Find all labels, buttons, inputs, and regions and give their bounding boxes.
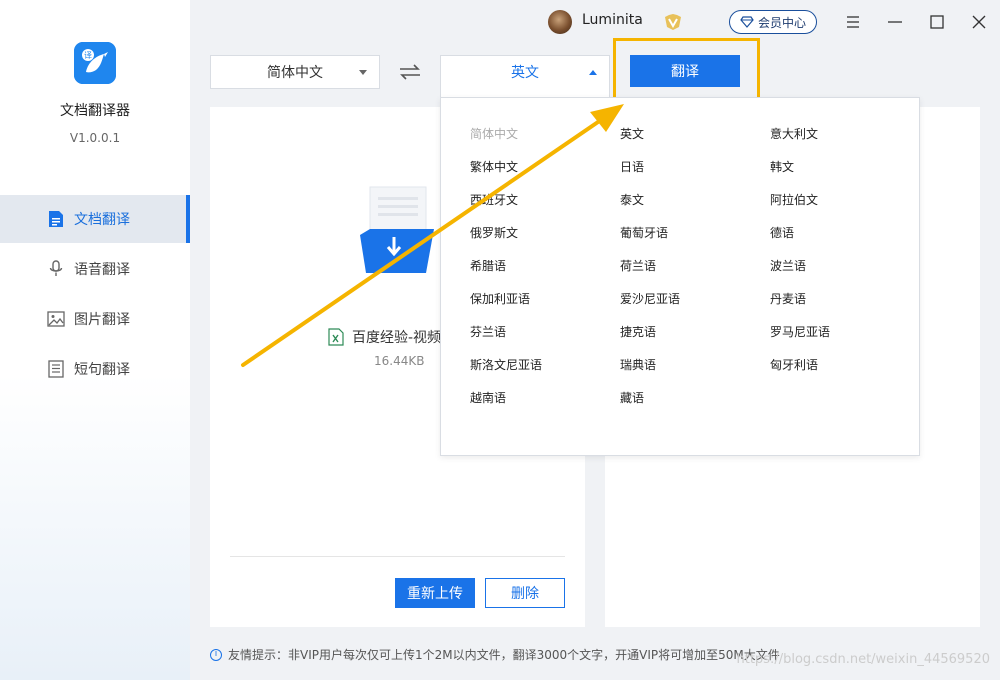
text-lines-icon	[46, 359, 66, 379]
delete-button[interactable]: 删除	[485, 578, 565, 608]
close-button[interactable]	[967, 10, 991, 34]
sidebar-item-voice-translate[interactable]: 语音翻译	[0, 245, 190, 293]
microphone-icon	[46, 259, 66, 279]
language-option[interactable]: 韩文	[770, 151, 920, 184]
minimize-button[interactable]	[883, 10, 907, 34]
language-option[interactable]: 斯洛文尼亚语	[470, 349, 620, 382]
source-language-select[interactable]: 简体中文	[210, 55, 380, 89]
username[interactable]: Luminita	[582, 12, 643, 28]
info-icon: i	[210, 648, 222, 661]
language-option[interactable]: 波兰语	[770, 250, 920, 283]
sidebar-item-label: 语音翻译	[74, 262, 130, 278]
language-option[interactable]: 意大利文	[770, 118, 920, 151]
language-option[interactable]: 西班牙文	[470, 184, 620, 217]
language-option[interactable]: 俄罗斯文	[470, 217, 620, 250]
svg-text:译: 译	[84, 51, 92, 60]
sidebar-item-label: 文档翻译	[74, 212, 130, 228]
language-option[interactable]: 葡萄牙语	[620, 217, 770, 250]
target-language-dropdown: 简体中文 英文 意大利文繁体中文 日语 韩文西班牙文 泰文 阿拉伯文俄罗斯文 葡萄牙语 德语希腊…	[440, 97, 920, 456]
language-option[interactable]: 日语	[620, 151, 770, 184]
file-name-text: 百度经验-视频	[352, 330, 442, 346]
maximize-icon	[930, 15, 944, 29]
sidebar: 译 文档翻译器 V1.0.0.1 文档翻译 语音翻译 图片翻译 短句翻译	[0, 0, 190, 680]
file-name: 百度经验-视频	[328, 327, 441, 347]
sidebar-item-label: 图片翻译	[74, 312, 130, 328]
target-language-select[interactable]: 英文	[440, 55, 610, 98]
tip-text: 友情提示：非VIP用户每次仅可上传1个2M以内文件，翻译3000个文字，开通VI…	[228, 648, 780, 662]
close-icon	[972, 15, 986, 29]
language-option[interactable]: 英文	[620, 118, 770, 151]
language-option[interactable]: 德语	[770, 217, 920, 250]
language-option: 简体中文	[470, 127, 519, 141]
reupload-button[interactable]: 重新上传	[395, 578, 475, 608]
excel-file-icon	[328, 328, 344, 346]
app-logo: 译	[74, 42, 116, 84]
language-option[interactable]: 爱沙尼亚语	[620, 283, 770, 316]
maximize-button[interactable]	[925, 10, 949, 34]
language-option[interactable]: 丹麦语	[770, 283, 920, 316]
language-option[interactable]: 捷克语	[620, 316, 770, 349]
chevron-up-icon	[589, 70, 597, 75]
language-option[interactable]: 荷兰语	[620, 250, 770, 283]
file-size: 16.44KB	[374, 354, 425, 368]
menu-button[interactable]	[841, 10, 865, 34]
language-option[interactable]: 藏语	[620, 382, 770, 415]
app-version: V1.0.0.1	[69, 131, 121, 145]
image-icon	[46, 309, 66, 329]
sidebar-item-document-translate[interactable]: 文档翻译	[0, 195, 190, 243]
swap-languages-icon[interactable]	[398, 62, 422, 82]
app-name: 文档翻译器	[60, 103, 130, 119]
language-option[interactable]: 泰文	[620, 184, 770, 217]
bird-logo-icon: 译	[74, 42, 116, 84]
minimize-icon	[888, 21, 902, 23]
language-option[interactable]: 繁体中文	[470, 151, 620, 184]
document-icon	[46, 209, 66, 229]
language-option-grid: 简体中文 英文 意大利文繁体中文 日语 韩文西班牙文 泰文 阿拉伯文俄罗斯文 葡萄牙语 德语希腊…	[470, 118, 920, 415]
language-option[interactable]: 希腊语	[470, 250, 620, 283]
target-language-value: 英文	[511, 65, 539, 81]
sidebar-item-sentence-translate[interactable]: 短句翻译	[0, 345, 190, 393]
menu-icon	[847, 16, 859, 28]
vip-crown-icon[interactable]	[663, 13, 683, 31]
tip-bar: i 友情提示：非VIP用户每次仅可上传1个2M以内文件，翻译3000个文字，开通…	[210, 646, 780, 663]
language-option[interactable]: 匈牙利语	[770, 349, 920, 382]
language-option[interactable]: 阿拉伯文	[770, 184, 920, 217]
watermark: https://blog.csdn.net/weixin_44569520	[736, 652, 990, 667]
diamond-icon	[740, 16, 754, 28]
language-option[interactable]: 保加利亚语	[470, 283, 620, 316]
divider	[230, 556, 565, 557]
language-option[interactable]: 瑞典语	[620, 349, 770, 382]
source-language-value: 简体中文	[267, 65, 323, 81]
language-option[interactable]: 芬兰语	[470, 316, 620, 349]
sidebar-item-image-translate[interactable]: 图片翻译	[0, 295, 190, 343]
member-center-label: 会员中心	[757, 15, 806, 30]
avatar[interactable]	[548, 10, 572, 34]
member-center-button[interactable]: 会员中心	[729, 10, 817, 34]
language-option[interactable]: 罗马尼亚语	[770, 316, 920, 349]
sidebar-item-label: 短句翻译	[74, 362, 130, 378]
chevron-down-icon	[359, 70, 367, 75]
upload-file-illustration-icon	[360, 186, 434, 273]
language-option[interactable]: 越南语	[470, 382, 620, 415]
highlight-annotation-box	[613, 38, 760, 100]
